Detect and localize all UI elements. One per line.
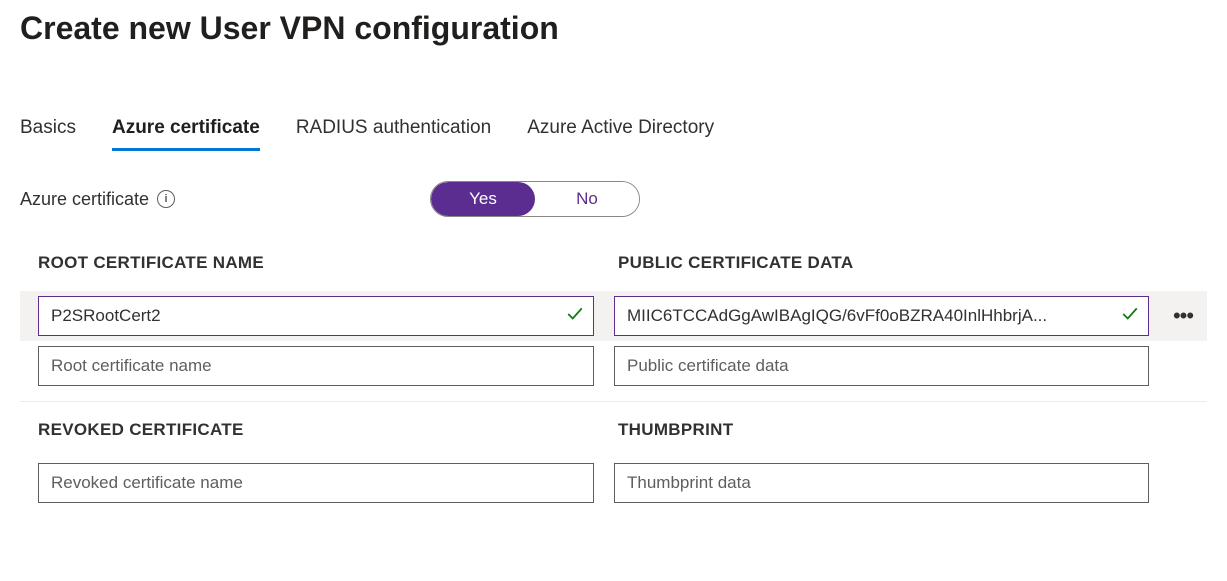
- public-cert-data-input[interactable]: [614, 296, 1149, 336]
- azure-certificate-toggle[interactable]: Yes No: [430, 181, 640, 217]
- public-cert-data-empty-input[interactable]: [614, 346, 1149, 386]
- root-cert-empty-row: [20, 341, 1207, 391]
- thumbprint-header: Thumbprint: [618, 420, 1207, 440]
- azure-certificate-setting: Azure certificate i Yes No: [20, 181, 1207, 217]
- root-cert-row: •••: [20, 291, 1207, 341]
- thumbprint-input[interactable]: [614, 463, 1149, 503]
- tab-azure-certificate[interactable]: Azure certificate: [112, 117, 260, 151]
- root-cert-name-header: Root certificate name: [38, 253, 594, 273]
- root-cert-name-input[interactable]: [38, 296, 594, 336]
- tab-azure-active-directory[interactable]: Azure Active Directory: [527, 117, 714, 151]
- toggle-no[interactable]: No: [535, 182, 639, 216]
- root-cert-name-empty-input[interactable]: [38, 346, 594, 386]
- tab-radius-authentication[interactable]: RADIUS authentication: [296, 117, 491, 151]
- revoked-cert-name-input[interactable]: [38, 463, 594, 503]
- page-title: Create new User VPN configuration: [20, 10, 1207, 47]
- info-icon[interactable]: i: [157, 190, 175, 208]
- revoked-cert-header: Revoked certificate: [38, 420, 594, 440]
- more-options-button[interactable]: •••: [1169, 296, 1197, 336]
- ellipsis-icon: •••: [1173, 303, 1193, 329]
- public-cert-data-header: Public certificate data: [618, 253, 1207, 273]
- revoked-cert-row: [20, 458, 1207, 508]
- tab-basics[interactable]: Basics: [20, 117, 76, 151]
- section-divider: [20, 401, 1207, 402]
- azure-certificate-label: Azure certificate: [20, 189, 149, 210]
- toggle-yes[interactable]: Yes: [431, 182, 535, 216]
- tab-bar: Basics Azure certificate RADIUS authenti…: [20, 117, 1207, 151]
